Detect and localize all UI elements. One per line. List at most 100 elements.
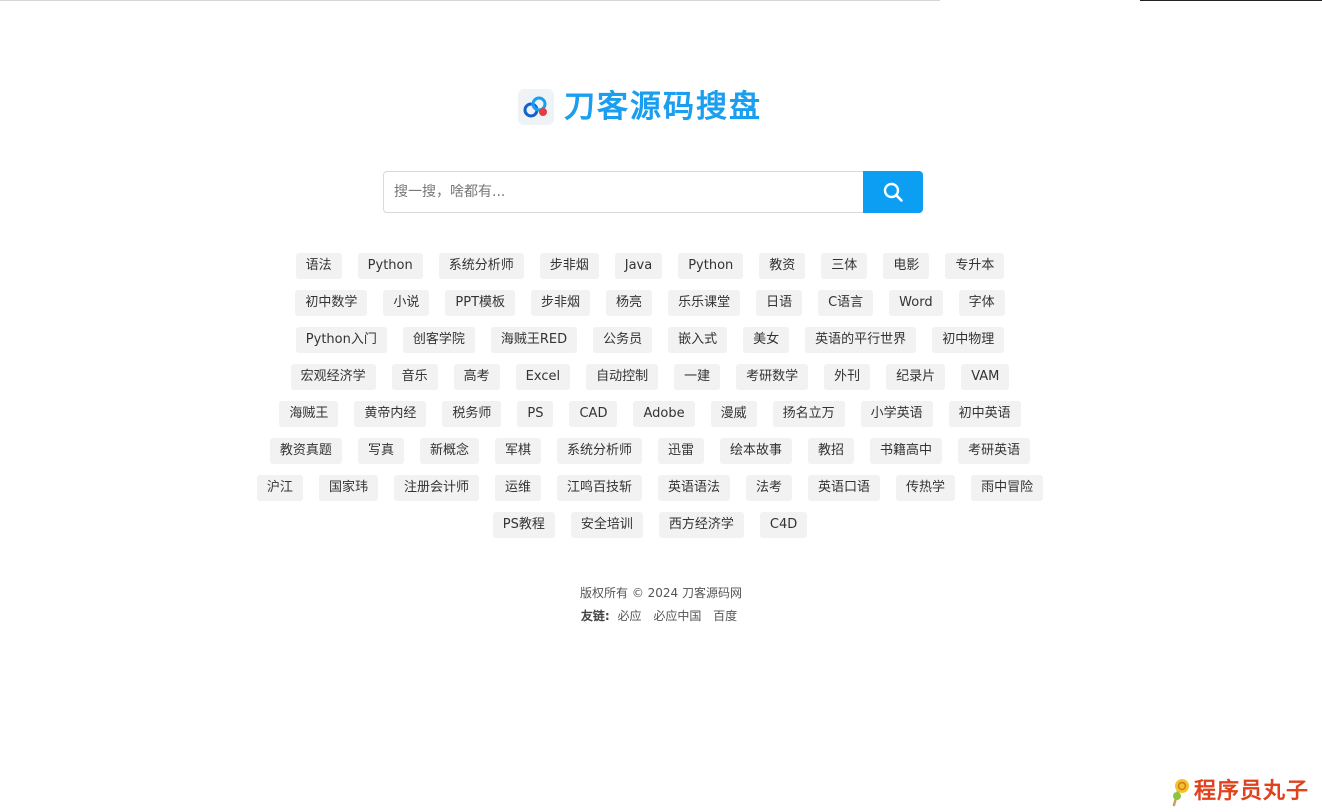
search-tag[interactable]: 初中英语: [948, 401, 1021, 427]
top-bar-segment: [0, 0, 940, 1]
search-tag[interactable]: C4D: [759, 512, 808, 538]
search-tag[interactable]: CAD: [569, 401, 618, 427]
cloud-link-logo-icon: [518, 89, 554, 125]
search-tag[interactable]: 迅雷: [658, 438, 705, 464]
search-tag[interactable]: 语法: [295, 253, 342, 279]
search-tag[interactable]: Python: [678, 253, 744, 279]
search-tag[interactable]: 系统分析师: [556, 438, 642, 464]
search-tag[interactable]: 专升本: [945, 253, 1005, 279]
search-tag[interactable]: 初中物理: [932, 327, 1005, 353]
search-tag[interactable]: 纪录片: [886, 364, 946, 390]
search-tag[interactable]: Python入门: [295, 327, 387, 353]
search-tag[interactable]: 字体: [958, 290, 1005, 316]
search-tag[interactable]: 杨亮: [606, 290, 653, 316]
lollipop-icon: [1170, 777, 1192, 807]
search-input[interactable]: [383, 171, 863, 213]
search-tag[interactable]: 教招: [808, 438, 855, 464]
tag-row: 宏观经济学 音乐 高考 Excel 自动控制 一建 考研数学 外刊 纪录片 VAM: [283, 364, 1018, 390]
search-tag[interactable]: 税务师: [442, 401, 502, 427]
tag-row: 沪江 国家玮 注册会计师 运维 江鸣百技斩 英语语法 法考 英语口语 传热学 雨中冒险: [249, 475, 1051, 501]
search-tag[interactable]: 日语: [756, 290, 803, 316]
search-tag[interactable]: 英语口语: [808, 475, 881, 501]
search-icon: [882, 181, 904, 203]
search-tag[interactable]: 扬名立万: [772, 401, 845, 427]
search-tag[interactable]: 乐乐课堂: [668, 290, 741, 316]
search-tag[interactable]: 英语语法: [658, 475, 731, 501]
search-tag[interactable]: 嵌入式: [668, 327, 728, 353]
search-tag[interactable]: 步非烟: [539, 253, 599, 279]
search-tag[interactable]: Java: [614, 253, 663, 279]
friend-link[interactable]: 必应: [617, 609, 641, 623]
search-tag[interactable]: 国家玮: [318, 475, 378, 501]
search-tag[interactable]: 写真: [357, 438, 404, 464]
search-tag[interactable]: Adobe: [633, 401, 695, 427]
search-tag[interactable]: PS教程: [492, 512, 555, 538]
search-tag[interactable]: 西方经济学: [658, 512, 744, 538]
search-tag[interactable]: Python: [357, 253, 423, 279]
tag-row: 初中数学 小说 PPT模板 步非烟 杨亮 乐乐课堂 日语 C语言 Word 字体: [287, 290, 1012, 316]
search-tag[interactable]: Word: [889, 290, 943, 316]
tag-row: Python入门 创客学院 海贼王RED 公务员 嵌入式 美女 英语的平行世界 初中物理: [288, 327, 1012, 353]
search-tag[interactable]: 创客学院: [402, 327, 475, 353]
search-tag[interactable]: 法考: [746, 475, 793, 501]
search-button[interactable]: [863, 171, 923, 213]
search-tag[interactable]: VAM: [961, 364, 1010, 390]
search-tag[interactable]: 考研数学: [736, 364, 809, 390]
search-tag[interactable]: 传热学: [896, 475, 956, 501]
search-tag[interactable]: 新概念: [419, 438, 479, 464]
search-tag[interactable]: 沪江: [256, 475, 303, 501]
search-tag[interactable]: 电影: [883, 253, 930, 279]
search-tag[interactable]: 海贼王: [279, 401, 339, 427]
footer: 版权所有 © 2024 刀客源码网 友链: 必应 必应中国 百度: [0, 584, 1322, 625]
search-tag[interactable]: 教资真题: [269, 438, 342, 464]
search-tag[interactable]: 小学英语: [860, 401, 933, 427]
friend-link[interactable]: 百度: [713, 609, 737, 623]
author-watermark: 程序员丸子: [1170, 776, 1309, 808]
search-tag[interactable]: 公务员: [593, 327, 653, 353]
search-tag[interactable]: 绘本故事: [720, 438, 793, 464]
search-tag[interactable]: 自动控制: [586, 364, 659, 390]
search-tag[interactable]: 安全培训: [570, 512, 643, 538]
search-tag[interactable]: Excel: [515, 364, 571, 390]
search-tag[interactable]: 书籍高中: [870, 438, 943, 464]
search-form: [383, 171, 923, 213]
search-tag[interactable]: 考研英语: [958, 438, 1031, 464]
search-tag[interactable]: 雨中冒险: [971, 475, 1044, 501]
friend-links: 友链: 必应 必应中国 百度: [0, 607, 1322, 625]
site-title: 刀客源码搜盘: [564, 89, 762, 125]
search-tag[interactable]: 海贼王RED: [490, 327, 578, 353]
search-tag[interactable]: C语言: [818, 290, 874, 316]
search-tag[interactable]: 教资: [759, 253, 806, 279]
search-tag[interactable]: PS: [517, 401, 554, 427]
search-tag[interactable]: 运维: [494, 475, 541, 501]
search-tag[interactable]: 系统分析师: [438, 253, 524, 279]
friend-links-label: 友链:: [580, 609, 610, 623]
site-logo[interactable]: 刀客源码搜盘: [518, 88, 762, 126]
tag-row: 语法 Python 系统分析师 步非烟 Java Python 教资 三体 电影 专升本: [288, 253, 1013, 279]
search-tag[interactable]: 步非烟: [531, 290, 591, 316]
search-tag[interactable]: 漫威: [710, 401, 757, 427]
friend-link[interactable]: 必应中国: [653, 609, 701, 623]
top-loading-bar: [0, 0, 1322, 2]
search-tag[interactable]: 黄帝内经: [354, 401, 427, 427]
tag-row: 教资真题 写真 新概念 军棋 系统分析师 迅雷 绘本故事 教招 书籍高中 考研英语: [262, 438, 1038, 464]
search-tag[interactable]: 音乐: [391, 364, 438, 390]
search-tag[interactable]: 军棋: [494, 438, 541, 464]
search-tag[interactable]: 三体: [821, 253, 868, 279]
tag-row: PS教程 安全培训 西方经济学 C4D: [485, 512, 815, 538]
top-bar-segment: [1140, 0, 1322, 1]
search-tag[interactable]: 江鸣百技斩: [556, 475, 642, 501]
search-tag[interactable]: 注册会计师: [393, 475, 479, 501]
hot-search-tags: 语法 Python 系统分析师 步非烟 Java Python 教资 三体 电影 专升本 初中数学小…: [236, 253, 1064, 549]
search-tag[interactable]: 外刊: [824, 364, 871, 390]
search-tag[interactable]: 初中数学: [295, 290, 368, 316]
watermark-text: 程序员丸子: [1194, 779, 1310, 804]
search-tag[interactable]: 一建: [674, 364, 721, 390]
search-tag[interactable]: 小说: [383, 290, 430, 316]
search-tag[interactable]: PPT模板: [445, 290, 516, 316]
search-tag[interactable]: 宏观经济学: [290, 364, 376, 390]
search-tag[interactable]: 美女: [743, 327, 790, 353]
search-tag[interactable]: 高考: [453, 364, 500, 390]
search-tag[interactable]: 英语的平行世界: [805, 327, 917, 353]
copyright-text: 版权所有 © 2024 刀客源码网: [580, 586, 742, 600]
